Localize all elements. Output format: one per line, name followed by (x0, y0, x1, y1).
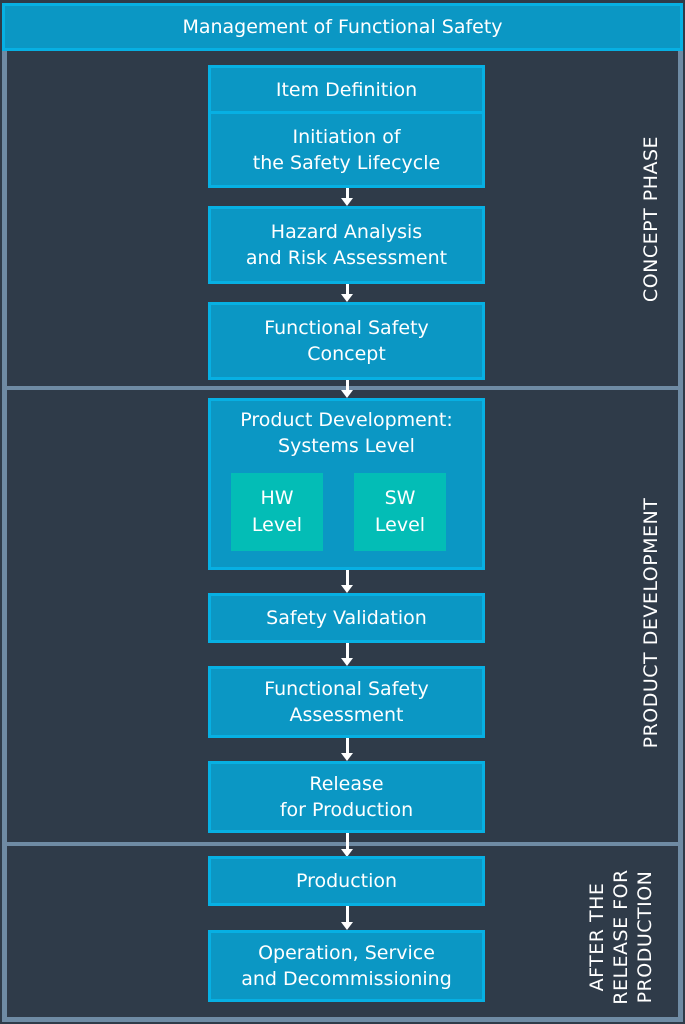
sub-label: SW Level (374, 487, 426, 536)
step-label: Production (295, 870, 398, 892)
step-hazard-analysis: Hazard Analysis and Risk Assessment (208, 206, 485, 284)
arrow-down-icon (341, 643, 353, 666)
step-initiation-safety-lifecycle: Initiation of the Safety Lifecycle (208, 111, 485, 188)
phase-label-after-release: AFTER THE RELEASE FOR PRODUCTION (581, 857, 661, 1017)
sub-hw-level: HW Level (231, 473, 323, 551)
phase-label: PRODUCT DEVELOPMENT (640, 497, 662, 749)
phase-label: CONCEPT PHASE (640, 135, 662, 303)
step-release-for-production: Release for Production (208, 761, 485, 833)
sub-sw-level: SW Level (354, 473, 446, 551)
step-operation-service-decommissioning: Operation, Service and Decommissioning (208, 930, 485, 1002)
step-label: Item Definition (275, 78, 418, 101)
phase-label-concept: CONCEPT PHASE (636, 99, 666, 339)
step-functional-safety-assessment: Functional Safety Assessment (208, 666, 485, 738)
step-label: Product Development: Systems Level (240, 409, 453, 457)
step-label: Functional Safety Concept (264, 317, 429, 365)
header-title: Management of Functional Safety (182, 16, 503, 38)
sub-label: HW Level (251, 487, 303, 536)
step-label: Operation, Service and Decommissioning (241, 942, 452, 990)
arrow-down-icon (341, 906, 353, 930)
step-safety-validation: Safety Validation (208, 593, 485, 643)
arrow-down-icon (341, 380, 353, 398)
step-functional-safety-concept: Functional Safety Concept (208, 302, 485, 380)
step-item-definition: Item Definition (208, 65, 485, 114)
step-production: Production (208, 856, 485, 906)
step-label: Hazard Analysis and Risk Assessment (245, 221, 448, 269)
arrow-down-icon (341, 738, 353, 761)
management-header: Management of Functional Safety (2, 3, 683, 51)
step-label: Safety Validation (266, 607, 427, 629)
step-label: Initiation of the Safety Lifecycle (252, 125, 441, 174)
arrow-down-icon (341, 188, 353, 206)
phase-label: AFTER THE RELEASE FOR PRODUCTION (586, 869, 656, 1005)
phase-label-product-development: PRODUCT DEVELOPMENT (636, 473, 666, 773)
arrow-down-icon (341, 833, 353, 857)
arrow-down-icon (341, 570, 353, 593)
step-label: Release for Production (279, 773, 414, 821)
arrow-down-icon (341, 284, 353, 302)
step-label: Functional Safety Assessment (264, 678, 429, 726)
